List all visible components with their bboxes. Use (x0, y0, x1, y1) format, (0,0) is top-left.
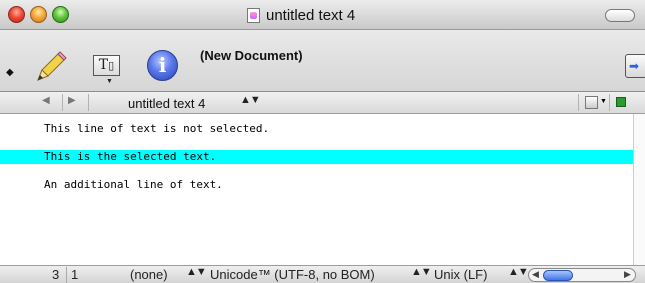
status-divider (66, 267, 67, 283)
column-number: 1 (71, 267, 79, 282)
document-proxy-icon[interactable] (247, 7, 260, 23)
status-bar: 3 1 (none) ▲▼ Unicode™ (UTF-8, no BOM) ▲… (0, 265, 645, 283)
navigation-bar: ◀ ▶ untitled text 4 ▲▼ ▼ (0, 92, 645, 114)
window-title-group: untitled text 4 (247, 6, 355, 24)
document-status-icon[interactable] (616, 97, 626, 107)
vertical-scrollbar[interactable] (633, 114, 645, 265)
line-endings-menu[interactable]: Unix (LF) (434, 267, 487, 282)
line-number: 3 (52, 267, 60, 282)
minimize-button[interactable] (30, 6, 47, 23)
file-menu-updown-icon[interactable]: ▲▼ (240, 94, 261, 106)
title-bar: untitled text 4 (0, 0, 645, 30)
file-menu-label[interactable]: untitled text 4 (128, 96, 205, 111)
horizontal-scroll-thumb[interactable] (543, 270, 573, 281)
encoding-menu[interactable]: Unicode™ (UTF-8, no BOM) (210, 267, 375, 282)
pencil-icon[interactable] (32, 50, 68, 86)
forward-button[interactable]: ▶ (68, 95, 76, 106)
text-editor[interactable]: This line of text is not selected. This … (0, 114, 645, 265)
bookmark-icon[interactable] (585, 96, 598, 109)
document-status-label: (New Document) (200, 48, 303, 63)
scroll-right-icon[interactable]: ▶ (624, 269, 631, 280)
horizontal-scrollbar[interactable]: ◀ ▶ (528, 268, 636, 282)
nav-divider (88, 94, 89, 111)
back-button[interactable]: ◀ (42, 95, 50, 106)
scroll-left-icon[interactable]: ◀ (532, 269, 539, 280)
editor-line[interactable]: This line of text is not selected. (0, 122, 633, 136)
encoding-updown-icon[interactable]: ▲▼ (411, 266, 432, 278)
line-endings-updown-icon[interactable]: ▲▼ (508, 266, 529, 278)
close-button[interactable] (8, 6, 25, 23)
toolbar: ◆ T▯ ▼ i (New Document) ➡ (0, 30, 645, 92)
nav-divider (609, 94, 610, 111)
text-options-label: T (98, 57, 109, 73)
nav-divider (62, 94, 63, 111)
info-icon[interactable]: i (147, 50, 178, 81)
window-title: untitled text 4 (266, 6, 356, 24)
diamond-icon: ◆ (6, 67, 14, 78)
zoom-button[interactable] (52, 6, 69, 23)
nav-divider (578, 94, 579, 111)
text-options-arrow-icon[interactable]: ▼ (106, 78, 113, 85)
document-drawer-icon[interactable]: ➡ (625, 54, 645, 78)
bookmark-arrow-icon[interactable]: ▼ (600, 98, 607, 105)
language-menu[interactable]: (none) (130, 267, 168, 282)
text-options-icon[interactable]: T▯ (93, 55, 120, 76)
toolbar-toggle-button[interactable] (605, 9, 635, 22)
editor-line-selected[interactable]: This is the selected text. (0, 150, 633, 164)
editor-line[interactable]: An additional line of text. (0, 178, 633, 192)
language-updown-icon[interactable]: ▲▼ (186, 266, 207, 278)
